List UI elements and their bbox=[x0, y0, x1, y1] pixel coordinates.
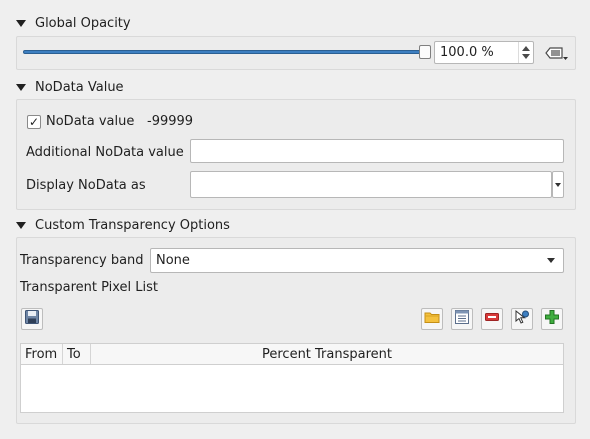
transparent-pixel-list-label: Transparent Pixel List bbox=[20, 280, 159, 295]
add-icon bbox=[544, 309, 560, 329]
nodata-color-dropdown[interactable] bbox=[552, 171, 564, 198]
remove-button[interactable] bbox=[481, 308, 503, 330]
spin-down-icon[interactable] bbox=[522, 54, 530, 59]
table-values-icon bbox=[454, 309, 470, 329]
custom-transparency-title: Custom Transparency Options bbox=[35, 217, 230, 233]
save-button[interactable] bbox=[21, 308, 43, 330]
spin-up-icon[interactable] bbox=[522, 46, 530, 51]
collapse-triangle-icon bbox=[16, 221, 26, 229]
transparency-band-value: None bbox=[156, 253, 190, 268]
default-values-button[interactable] bbox=[451, 308, 473, 330]
nodata-color-button[interactable] bbox=[190, 171, 552, 198]
nodata-checkbox-label[interactable]: NoData value bbox=[46, 114, 134, 129]
nodata-header[interactable]: NoData Value bbox=[16, 77, 124, 97]
global-opacity-header[interactable]: Global Opacity bbox=[16, 13, 131, 33]
collapse-triangle-icon bbox=[16, 19, 26, 27]
pick-from-map-button[interactable] bbox=[511, 308, 533, 330]
transparency-band-select[interactable]: None bbox=[150, 248, 564, 273]
chevron-down-icon bbox=[547, 258, 555, 263]
opacity-spin-arrows[interactable] bbox=[518, 42, 533, 63]
custom-transparency-header[interactable]: Custom Transparency Options bbox=[16, 215, 230, 235]
column-header-to[interactable]: To bbox=[63, 344, 91, 364]
save-icon bbox=[24, 309, 40, 329]
checkmark-icon: ✓ bbox=[28, 115, 40, 129]
nodata-value: -99999 bbox=[147, 114, 194, 129]
nodata-title: NoData Value bbox=[35, 79, 124, 95]
transparency-band-label: Transparency band bbox=[20, 253, 144, 268]
additional-nodata-input[interactable] bbox=[190, 139, 564, 163]
nodata-checkbox[interactable]: ✓ bbox=[27, 115, 41, 129]
folder-open-icon bbox=[424, 309, 440, 329]
open-file-button[interactable] bbox=[421, 308, 443, 330]
transparent-pixel-table[interactable]: From To Percent Transparent bbox=[20, 343, 564, 413]
additional-nodata-label: Additional NoData value bbox=[26, 145, 184, 160]
column-header-percent-transparent[interactable]: Percent Transparent bbox=[91, 344, 563, 364]
column-header-from[interactable]: From bbox=[21, 344, 63, 364]
collapse-triangle-icon bbox=[16, 83, 26, 91]
opacity-value: 100.0 % bbox=[440, 45, 494, 60]
chevron-down-icon bbox=[555, 182, 561, 187]
remove-icon bbox=[484, 309, 500, 329]
data-defined-override-icon[interactable] bbox=[543, 42, 569, 64]
add-button[interactable] bbox=[541, 308, 563, 330]
opacity-spinbox[interactable]: 100.0 % bbox=[434, 41, 534, 64]
opacity-slider-track[interactable] bbox=[23, 50, 427, 54]
pick-values-from-map-icon bbox=[514, 309, 530, 329]
table-header-row: From To Percent Transparent bbox=[21, 344, 563, 365]
global-opacity-title: Global Opacity bbox=[35, 15, 131, 31]
display-nodata-label: Display NoData as bbox=[26, 178, 146, 193]
opacity-slider-handle[interactable] bbox=[419, 45, 431, 59]
